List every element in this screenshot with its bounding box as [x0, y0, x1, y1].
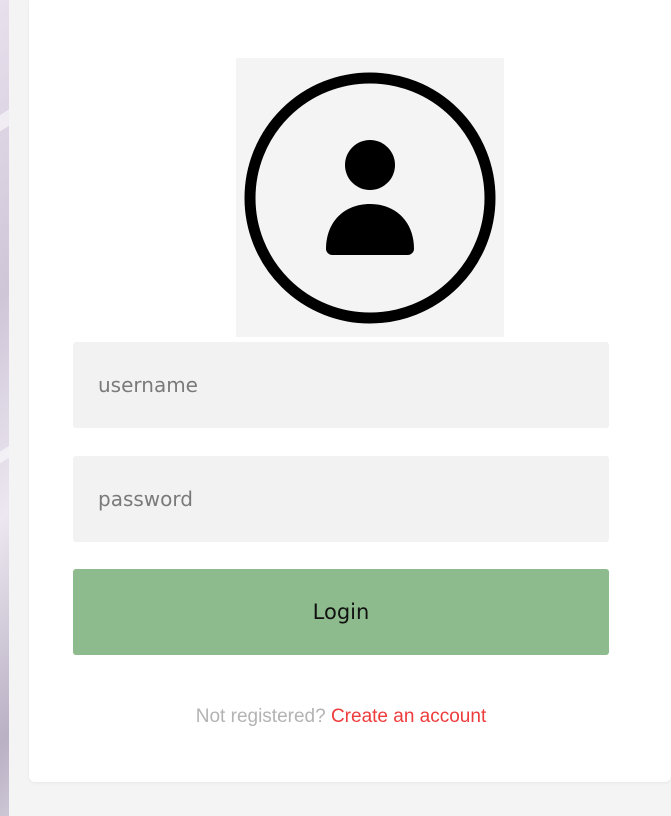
username-input[interactable]	[73, 342, 609, 428]
register-prompt-text: Not registered?	[195, 706, 326, 727]
login-button[interactable]: Login	[73, 569, 609, 655]
avatar	[236, 58, 504, 337]
create-account-link[interactable]: Create an account	[331, 706, 486, 727]
user-circle-icon	[244, 72, 496, 323]
register-prompt: Not registered? Create an account	[73, 706, 609, 728]
password-input[interactable]	[73, 456, 609, 542]
